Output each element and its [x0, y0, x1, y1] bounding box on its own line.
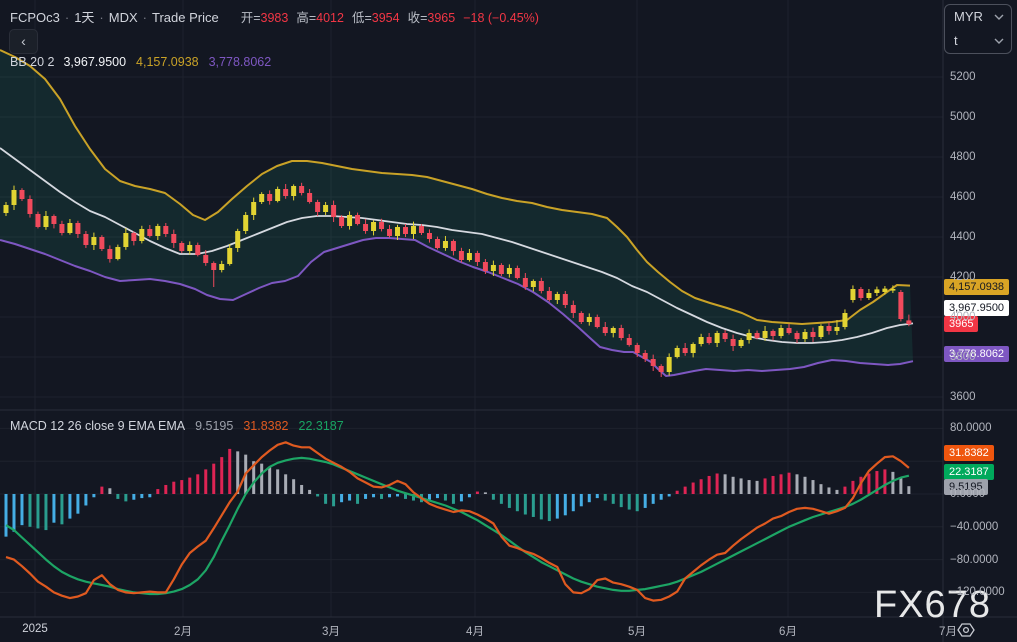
chevron-down-icon [994, 14, 1004, 20]
macd-legend: MACD 12 26 close 9 EMA EMA 9.5195 31.8382 2… [10, 419, 344, 433]
close-label: 收= [408, 11, 428, 25]
time-tick-label: 6月 [779, 623, 797, 639]
separator-dot: · [143, 10, 147, 25]
trading-chart-app: { "header": { "symbol": "FCPOc3", "dot":… [0, 0, 1017, 642]
separator-dot: · [99, 10, 103, 25]
high-label: 高= [296, 11, 316, 25]
price-tick-label: 4400 [950, 231, 976, 244]
macd-hist-value: 9.5195 [195, 419, 233, 433]
time-tick-label: 7月 [939, 623, 957, 639]
macd-tick-label: 0.0000 [950, 488, 985, 501]
symbol-header: FCPOc3·1天·MDX·Trade Price开=3983高=4012低=3… [10, 7, 539, 26]
exchange: MDX [109, 10, 138, 25]
interval[interactable]: 1天 [74, 10, 94, 25]
currency-unit-selector: MYR t [944, 4, 1012, 54]
unit-dropdown[interactable]: t [945, 29, 1011, 53]
low-label: 低= [352, 11, 372, 25]
back-button[interactable]: ‹ [9, 29, 38, 54]
currency-value: MYR [954, 9, 983, 24]
macd-tick-label: −80.0000 [950, 554, 998, 567]
change-value: −18 (−0.45%) [463, 11, 539, 25]
price-tick-label: 4000 [950, 311, 976, 324]
signal-value-label: 22.3187 [944, 464, 994, 480]
price-tick-label: 4600 [950, 191, 976, 204]
macd-line-value: 31.8382 [243, 419, 288, 433]
timezone-settings-icon[interactable] [954, 620, 978, 640]
price-tick-label: 5000 [950, 111, 976, 124]
price-tick-label: 3800 [950, 351, 976, 364]
bb-lower-value: 3,778.8062 [209, 55, 272, 69]
time-tick-label: 4月 [466, 623, 484, 639]
time-tick-label: 2月 [174, 623, 192, 639]
ohlc-readout: 开=3983 高=4012 低=3954 收=3965 −18 (−0.45%) [233, 11, 539, 25]
macd-legend-title[interactable]: MACD 12 26 close 9 EMA EMA [10, 419, 185, 433]
macd-value-label: 31.8382 [944, 445, 994, 461]
back-chevron-icon: ‹ [21, 33, 26, 49]
high-value: 4012 [316, 11, 344, 25]
open-value: 3983 [261, 11, 289, 25]
bb-legend: BB 20 2 3,967.9500 4,157.0938 3,778.8062 [10, 55, 271, 69]
close-value: 3965 [427, 11, 455, 25]
bb-legend-title[interactable]: BB 20 2 [10, 55, 54, 69]
symbol-name[interactable]: FCPOc3 [10, 10, 60, 25]
chevron-down-icon [994, 38, 1004, 44]
bb-upper-value: 4,157.0938 [136, 55, 199, 69]
chart-canvas[interactable] [0, 0, 1017, 642]
macd-tick-label: −120.0000 [950, 586, 1005, 599]
time-tick-label: 2025 [22, 623, 48, 635]
macd-signal-value: 22.3187 [299, 419, 344, 433]
price-tick-label: 5200 [950, 71, 976, 84]
macd-tick-label: 80.0000 [950, 422, 992, 435]
price-tick-label: 3600 [950, 391, 976, 404]
series-type: Trade Price [152, 10, 219, 25]
open-label: 开= [241, 11, 261, 25]
currency-dropdown[interactable]: MYR [945, 5, 1011, 29]
macd-tick-label: −40.0000 [950, 521, 998, 534]
low-value: 3954 [372, 11, 400, 25]
time-tick-label: 5月 [628, 623, 646, 639]
price-tick-label: 4800 [950, 151, 976, 164]
separator-dot: · [65, 10, 69, 25]
time-tick-label: 3月 [322, 623, 340, 639]
unit-value: t [954, 33, 958, 48]
price-tick-label: 4200 [950, 271, 976, 284]
bb-basis-value: 3,967.9500 [63, 55, 126, 69]
